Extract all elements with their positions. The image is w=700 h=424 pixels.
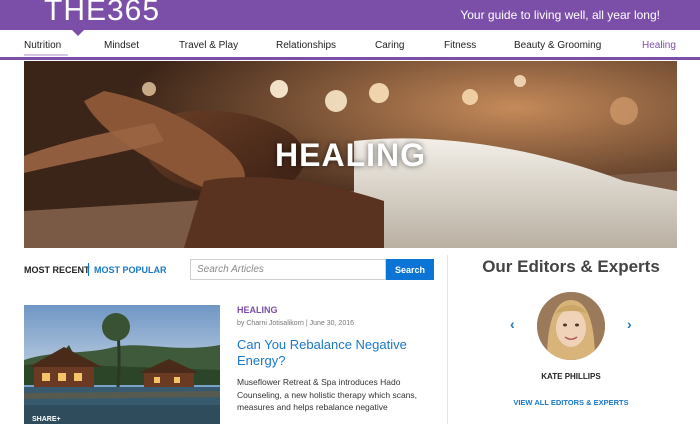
- nav-item-fitness[interactable]: Fitness: [444, 40, 476, 51]
- tab-most-popular[interactable]: MOST POPULAR: [94, 265, 167, 275]
- article-headline[interactable]: Can You Rebalance Negative Energy?: [237, 337, 437, 369]
- editors-title: Our Editors & Experts: [482, 257, 660, 276]
- nav-item-healing[interactable]: Healing: [642, 40, 676, 51]
- main-nav: Nutrition Mindset Travel & Play Relation…: [0, 33, 700, 60]
- retreat-image: [24, 305, 220, 424]
- nav-item-relationships[interactable]: Relationships: [276, 40, 336, 51]
- editor-name[interactable]: KATE PHILLIPS: [455, 372, 687, 381]
- share-button[interactable]: SHARE+: [32, 416, 61, 423]
- article-excerpt: Museflower Retreat & Spa introduces Hado…: [237, 377, 418, 412]
- tab-divider: [88, 263, 89, 276]
- search-button[interactable]: Search: [386, 259, 434, 280]
- chevron-right-icon[interactable]: ›: [627, 316, 632, 332]
- nav-hover-underline: [24, 54, 68, 56]
- editor-photo: [537, 292, 605, 360]
- article-thumbnail[interactable]: [24, 305, 220, 424]
- top-bar: THE365 Your guide to living well, all ye…: [0, 0, 700, 30]
- column-divider: [447, 255, 448, 424]
- nav-item-nutrition[interactable]: Nutrition: [24, 40, 61, 51]
- search-input[interactable]: [190, 259, 386, 280]
- chevron-left-icon[interactable]: ‹: [510, 316, 515, 332]
- article-byline: by Charni Jotisalikorn | June 30, 2016: [237, 320, 354, 327]
- view-all-editors-link[interactable]: VIEW ALL EDITORS & EXPERTS: [455, 398, 687, 407]
- nav-item-beauty-grooming[interactable]: Beauty & Grooming: [514, 40, 601, 51]
- article-category[interactable]: HEALING: [237, 305, 278, 315]
- avatar[interactable]: [537, 292, 605, 360]
- nav-item-mindset[interactable]: Mindset: [104, 40, 139, 51]
- site-logo[interactable]: THE365: [44, 0, 160, 28]
- nav-item-caring[interactable]: Caring: [375, 40, 404, 51]
- hero-banner: HEALING: [24, 61, 677, 248]
- tab-most-recent[interactable]: MOST RECENT: [24, 265, 90, 275]
- nav-item-travel-play[interactable]: Travel & Play: [179, 40, 238, 51]
- hero-title: HEALING: [275, 137, 426, 173]
- site-tagline: Your guide to living well, all year long…: [460, 8, 660, 22]
